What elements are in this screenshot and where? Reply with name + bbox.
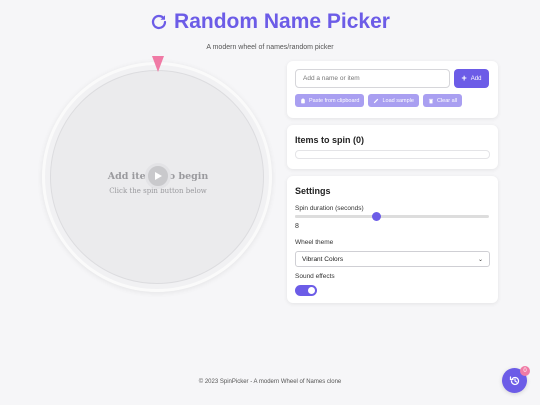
plus-icon: + xyxy=(461,73,467,83)
clear-all-label: Clear all xyxy=(436,97,458,104)
load-sample-button[interactable]: Load sample xyxy=(368,94,419,107)
wand-icon xyxy=(374,98,379,103)
wheel-theme-value: Vibrant Colors xyxy=(302,255,344,263)
item-actions: Paste from clipboard Load sample Clear a… xyxy=(295,94,463,107)
page-title: Random Name Picker xyxy=(174,10,390,33)
spin-duration-thumb[interactable] xyxy=(371,212,381,221)
sound-effects-label: Sound effects xyxy=(295,273,335,280)
spin-duration-fill xyxy=(295,215,377,218)
clipboard-icon xyxy=(301,98,305,103)
add-button[interactable]: + Add xyxy=(454,69,489,88)
chevron-down-icon: ⌄ xyxy=(477,256,483,263)
settings-card: Settings Spin duration (seconds) 8 Wheel… xyxy=(287,176,498,303)
wheel-theme-select[interactable]: Vibrant Colors ⌄ xyxy=(295,251,490,267)
items-card: Items to spin (0) xyxy=(287,125,498,169)
history-icon xyxy=(509,375,519,385)
name-input[interactable] xyxy=(295,69,450,88)
add-button-label: Add xyxy=(470,75,482,82)
paste-label: Paste from clipboard xyxy=(309,97,360,104)
page-header: Random Name Picker A modern wheel of nam… xyxy=(0,10,540,51)
refresh-icon xyxy=(151,14,167,30)
add-items-card: + Add Paste from clipboard Load sample C… xyxy=(287,61,498,118)
settings-title: Settings xyxy=(295,186,331,196)
wheel-theme-label: Wheel theme xyxy=(295,239,334,246)
spin-duration-label: Spin duration (seconds) xyxy=(295,205,364,212)
items-list xyxy=(295,150,490,159)
items-title: Items to spin (0) xyxy=(295,135,365,145)
sound-effects-toggle[interactable] xyxy=(295,285,317,296)
spin-duration-value: 8 xyxy=(295,223,299,230)
spin-button[interactable] xyxy=(145,163,171,189)
play-icon xyxy=(155,172,162,180)
wheel-pointer xyxy=(152,56,164,72)
paste-from-clipboard-button[interactable]: Paste from clipboard xyxy=(295,94,365,107)
load-sample-label: Load sample xyxy=(382,97,414,104)
trash-icon xyxy=(428,98,434,103)
footer-text: © 2023 SpinPicker - A modern Wheel of Na… xyxy=(198,379,342,385)
spin-duration-slider[interactable] xyxy=(295,212,489,221)
toggle-knob xyxy=(308,287,315,294)
title-row: Random Name Picker xyxy=(0,10,540,34)
clear-all-button[interactable]: Clear all xyxy=(422,94,463,107)
history-count-badge: 0 xyxy=(520,366,530,376)
page-subtitle: A modern wheel of names/random picker xyxy=(206,44,334,51)
